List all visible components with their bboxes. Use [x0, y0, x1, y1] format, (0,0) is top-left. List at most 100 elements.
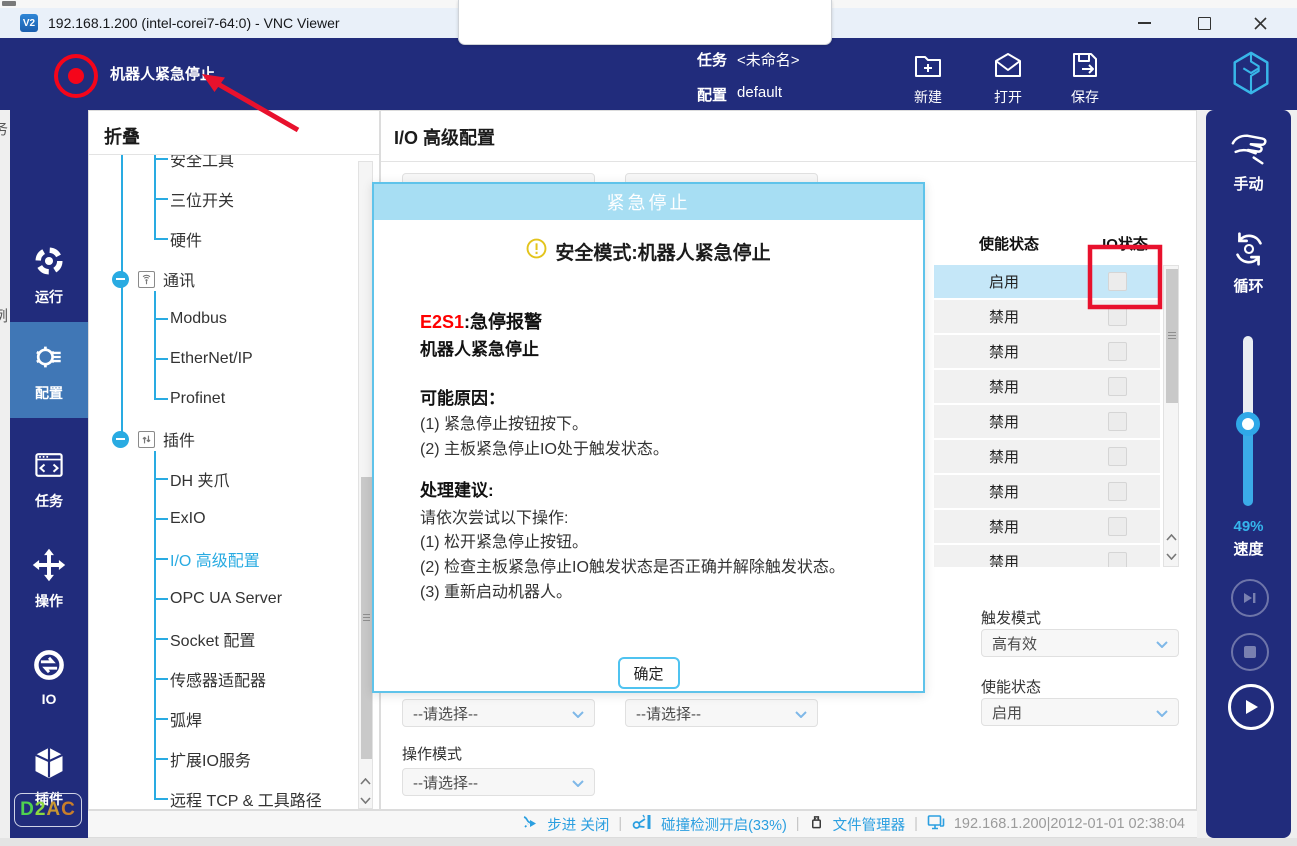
sidebar-item-move[interactable]: 操作: [10, 530, 88, 626]
io-select-1[interactable]: --请选择--: [402, 699, 595, 727]
tree-item-label[interactable]: Socket 配置: [170, 627, 255, 651]
tree-item-label[interactable]: 通讯: [163, 267, 195, 291]
ok-button[interactable]: 确定: [618, 657, 680, 689]
tree-item[interactable]: 安全工具: [89, 155, 353, 179]
tree-item[interactable]: Modbus: [89, 299, 353, 339]
maximize-button[interactable]: [1182, 8, 1226, 38]
tree-scrollbar[interactable]: [358, 161, 373, 809]
tree-item[interactable]: DH 夹爪: [89, 459, 353, 499]
tree-item-label[interactable]: 三位开关: [170, 187, 234, 211]
tree-item-label[interactable]: ExIO: [170, 510, 206, 528]
tree-item-label[interactable]: 安全工具: [170, 155, 234, 171]
manual-mode-button[interactable]: 手动: [1206, 130, 1291, 194]
minimize-button[interactable]: [1122, 8, 1166, 38]
d2ac-badge[interactable]: D2AC: [14, 793, 82, 827]
table-scrollbar[interactable]: [1163, 265, 1179, 567]
io-state-checkbox[interactable]: [1108, 272, 1127, 291]
tree-item[interactable]: 远程 TCP & 工具路径: [89, 779, 353, 809]
operation-mode-select[interactable]: --请选择--: [402, 768, 595, 796]
tree-item[interactable]: 三位开关: [89, 179, 353, 219]
tree-item-label[interactable]: Profinet: [170, 390, 225, 408]
enable-state-select[interactable]: 启用: [981, 698, 1179, 726]
step-status[interactable]: 步进 关闭: [547, 814, 609, 835]
chevron-down-icon: [1156, 635, 1168, 652]
tree-item-label[interactable]: 传感器适配器: [170, 667, 266, 691]
tree-item[interactable]: 扩展IO服务: [89, 739, 353, 779]
tree-item[interactable]: ExIO: [89, 499, 353, 539]
table-row[interactable]: 禁用: [934, 300, 1160, 333]
tree-item[interactable]: 传感器适配器: [89, 659, 353, 699]
io-select-2[interactable]: --请选择--: [625, 699, 818, 727]
file-manager-link[interactable]: 文件管理器: [833, 814, 906, 835]
scroll-down-button[interactable]: [359, 791, 372, 810]
tree-scrollbar-thumb[interactable]: [361, 477, 372, 759]
table-row[interactable]: 禁用: [934, 510, 1160, 543]
sidebar-item-run[interactable]: 运行: [10, 226, 88, 322]
tree-item[interactable]: OPC UA Server: [89, 579, 353, 619]
chevron-down-icon: [795, 705, 807, 722]
table-row[interactable]: 禁用: [934, 545, 1160, 567]
speed-slider-track[interactable]: [1243, 336, 1253, 424]
table-row[interactable]: 禁用: [934, 440, 1160, 473]
loop-mode-button[interactable]: 循环: [1206, 228, 1291, 296]
tree-item[interactable]: Socket 配置: [89, 619, 353, 659]
scroll-up-button[interactable]: [359, 772, 372, 791]
dialog-text-line: (2) 检查主板紧急停止IO触发状态是否正确并解除触发状态。: [420, 555, 893, 580]
play-button[interactable]: [1228, 684, 1274, 730]
tree-item-label[interactable]: 硬件: [170, 227, 202, 251]
sidebar-item-gear[interactable]: 配置: [10, 322, 88, 418]
scroll-up-button[interactable]: [1164, 528, 1178, 547]
close-button[interactable]: [1238, 8, 1282, 38]
tree-connector: [154, 198, 168, 200]
collapse-node-icon[interactable]: [112, 431, 129, 448]
trigger-mode-select[interactable]: 高有效: [981, 629, 1179, 657]
io-state-checkbox[interactable]: [1108, 447, 1127, 466]
tree-item[interactable]: I/O 高级配置: [89, 539, 353, 579]
collapse-tree-button[interactable]: 折叠: [104, 123, 140, 149]
table-row[interactable]: 禁用: [934, 475, 1160, 508]
table-row[interactable]: 启用: [934, 265, 1160, 298]
task-value: <未命名>: [737, 49, 800, 70]
vnc-toolbar-notch[interactable]: [458, 0, 832, 45]
table-row[interactable]: 禁用: [934, 370, 1160, 403]
stop-button[interactable]: [1231, 633, 1269, 671]
tree-item[interactable]: EtherNet/IP: [89, 339, 353, 379]
speed-slider-handle[interactable]: [1236, 412, 1260, 436]
tree-item[interactable]: 通讯: [89, 259, 353, 299]
tree-item-label[interactable]: 弧焊: [170, 707, 202, 731]
sidebar-item-io[interactable]: IO: [10, 628, 88, 724]
cube-icon: [30, 744, 68, 782]
step-forward-button[interactable]: [1231, 579, 1269, 617]
tree-item-label[interactable]: Modbus: [170, 310, 227, 328]
tree-item[interactable]: 硬件: [89, 219, 353, 259]
tree-item-label[interactable]: I/O 高级配置: [170, 547, 260, 571]
new-button[interactable]: 新建: [896, 46, 960, 107]
table-scrollbar-thumb[interactable]: [1166, 269, 1178, 403]
tree-item-label[interactable]: EtherNet/IP: [170, 350, 253, 368]
io-state-checkbox[interactable]: [1108, 552, 1127, 567]
io-state-checkbox[interactable]: [1108, 412, 1127, 431]
table-row[interactable]: 禁用: [934, 335, 1160, 368]
io-state-checkbox[interactable]: [1108, 307, 1127, 326]
tree-item-label[interactable]: OPC UA Server: [170, 590, 282, 608]
collision-status[interactable]: 碰撞检测开启(33%): [661, 814, 787, 835]
tree-item-label[interactable]: 远程 TCP & 工具路径: [170, 787, 322, 809]
io-state-checkbox[interactable]: [1108, 342, 1127, 361]
scroll-down-button[interactable]: [1164, 547, 1178, 566]
io-state-checkbox[interactable]: [1108, 517, 1127, 536]
io-table: 启用禁用禁用禁用禁用禁用禁用禁用禁用: [934, 265, 1160, 567]
open-button[interactable]: 打开: [976, 46, 1040, 107]
speed-slider-track-filled[interactable]: [1243, 424, 1253, 506]
tree-item[interactable]: 弧焊: [89, 699, 353, 739]
tree-item[interactable]: Profinet: [89, 379, 353, 419]
tree-item-label[interactable]: DH 夹爪: [170, 467, 230, 491]
tree-item-label[interactable]: 插件: [163, 427, 195, 451]
table-row[interactable]: 禁用: [934, 405, 1160, 438]
tree-item-label[interactable]: 扩展IO服务: [170, 747, 251, 771]
sidebar-item-task[interactable]: 任务: [10, 430, 88, 526]
collapse-node-icon[interactable]: [112, 271, 129, 288]
tree-item[interactable]: 插件: [89, 419, 353, 459]
save-button[interactable]: 保存: [1053, 46, 1117, 107]
io-state-checkbox[interactable]: [1108, 482, 1127, 501]
io-state-checkbox[interactable]: [1108, 377, 1127, 396]
